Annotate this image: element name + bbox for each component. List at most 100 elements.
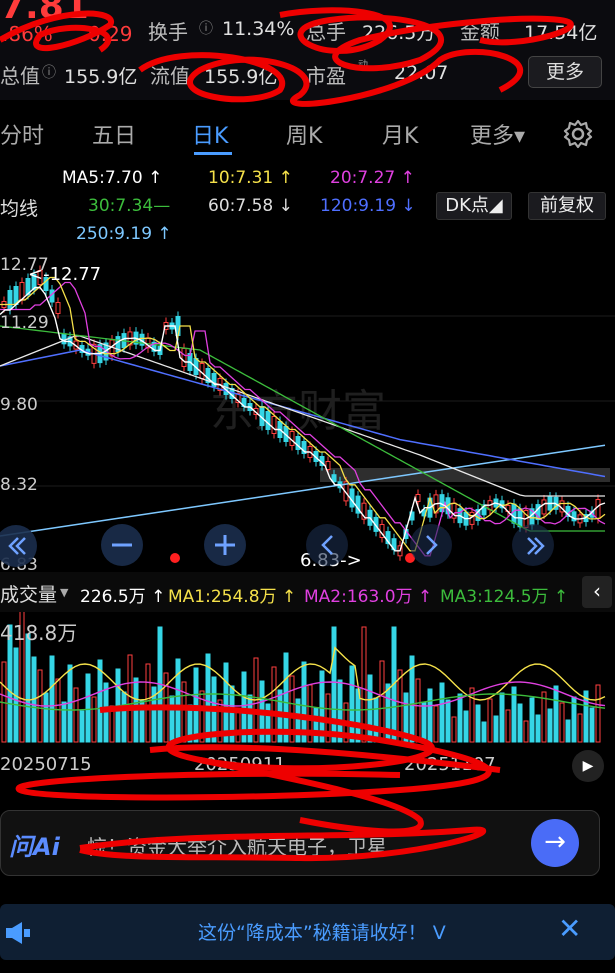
volume-bar — [103, 682, 109, 743]
volume-bar — [79, 710, 85, 743]
turnover-value: 11.34% — [222, 18, 295, 40]
amount-value: 17.54亿 — [524, 22, 598, 44]
ma250-label: 250:9.19 ↑ — [76, 224, 172, 244]
ma20-label: 20:7.27 ↑ — [330, 168, 415, 188]
volume-bar — [487, 698, 493, 743]
speaker-icon — [6, 922, 30, 944]
tab-intraday[interactable]: 分时 — [0, 118, 44, 150]
pe-label: 市盈 — [306, 64, 346, 88]
event-marker[interactable] — [170, 553, 180, 563]
axis-label-3: 9.80 — [0, 395, 38, 415]
quote-header: 7.81 .86% 0.29 换手 ⓘ 11.34% 总手 226.5万 金额 … — [0, 0, 615, 100]
volume-bar — [307, 684, 313, 743]
volume-bar — [343, 702, 349, 743]
volume-indicator-selector[interactable]: 成交量 — [0, 580, 57, 607]
play-icon[interactable]: ▶ — [572, 750, 604, 782]
volume-bar — [361, 626, 367, 743]
candle — [541, 499, 547, 515]
volume-bar — [109, 705, 115, 743]
tab-monthly-k[interactable]: 月K — [382, 118, 418, 150]
change-amount: 0.29 — [88, 22, 133, 46]
ai-search-bar[interactable]: 问Ai 惊！资金大举介入航天电子，卫星… → — [0, 810, 600, 876]
mktcap-label: 总值 — [0, 64, 40, 88]
dropdown-icon[interactable]: ▼ — [60, 586, 68, 599]
notice-banner[interactable]: 这份“降成本”秘籍请收好！ V ✕ — [0, 904, 615, 960]
volume-bar — [493, 715, 499, 743]
volume-bar — [211, 676, 217, 743]
volume-bar — [433, 705, 439, 743]
tab-daily-k[interactable]: 日K — [192, 118, 228, 150]
more-button[interactable]: 更多 — [528, 56, 602, 88]
volume-bar — [349, 665, 355, 743]
ai-logo: 问Ai — [9, 833, 60, 861]
volume-bar — [139, 700, 145, 743]
volume-bar — [61, 701, 67, 743]
volume-bar — [517, 703, 523, 743]
volume-bar — [505, 709, 511, 743]
high-marker: <-12.77 — [28, 264, 101, 285]
dk-point-button[interactable]: DK点◢ — [436, 192, 512, 220]
volume-legend: 成交量 ▼ 226.5万 ↑ MA1:254.8万 ↑ MA2:163.0万 ↑… — [0, 572, 615, 612]
volume-bar — [169, 695, 175, 743]
tab-weekly-k[interactable]: 周K — [286, 118, 322, 150]
volume-bar — [481, 721, 487, 743]
volume-bar — [265, 703, 271, 743]
volume-bar — [193, 667, 199, 743]
volume-bar — [223, 662, 229, 743]
volume-bar — [73, 687, 79, 743]
volume-bar — [595, 684, 601, 743]
volume-bar — [475, 704, 481, 743]
volume-bar — [145, 663, 151, 743]
chevron-left-icon[interactable] — [306, 524, 348, 566]
volume-bar — [121, 691, 127, 743]
period-tabs: 分时 五日 日K 周K 月K 更多▾ — [0, 104, 615, 160]
arrow-right-icon[interactable]: → — [531, 819, 579, 867]
volume-bar — [133, 677, 139, 743]
volume-chart[interactable]: 418.8万 — [0, 612, 615, 748]
info-icon[interactable]: ⓘ — [42, 62, 56, 82]
chevron-right-icon[interactable] — [410, 524, 452, 566]
axis-label-4: 8.32 — [0, 475, 38, 495]
volume-bar — [523, 720, 529, 743]
volume-bar — [367, 674, 373, 743]
volume-bar — [415, 678, 421, 743]
ma-legend: MA5:7.70 ↑ 10:7.31 ↑ 20:7.27 ↑ 均线 30:7.3… — [0, 160, 615, 246]
volume-bar — [25, 633, 31, 743]
volume-bar — [91, 696, 97, 743]
volume-total: 226.5万 ↑ — [80, 587, 166, 607]
volume-bar — [565, 719, 571, 743]
candle — [7, 290, 13, 310]
volume-bar — [559, 702, 565, 743]
volume-bar — [529, 697, 535, 743]
volume-bar — [535, 714, 541, 743]
float-label: 流值 — [150, 64, 190, 88]
tab-more[interactable]: 更多▾ — [470, 118, 525, 150]
info-icon[interactable]: ⓘ — [199, 18, 213, 38]
volume-bar — [373, 697, 379, 743]
plus-icon[interactable] — [204, 524, 246, 566]
kline-chart[interactable]: 东方财富 12.77 11.29 9.80 8.32 6.83 <-12.77 … — [0, 246, 615, 572]
chevron-left-icon[interactable]: ‹ — [582, 576, 612, 608]
pe-superscript: 动 — [358, 60, 368, 71]
gear-icon[interactable] — [562, 118, 594, 150]
close-icon[interactable]: ✕ — [558, 912, 581, 945]
amount-label: 金额 — [460, 20, 500, 44]
volume-bar — [421, 701, 427, 743]
ai-prompt-text[interactable]: 惊！资金大举介入航天电子，卫星… — [87, 831, 407, 860]
mktcap-value: 155.9亿 — [64, 66, 138, 88]
ma60-label: 60:7.58 ↓ — [208, 196, 293, 216]
tab-five-day[interactable]: 五日 — [92, 118, 136, 150]
volume-bar — [331, 626, 337, 743]
volume-bar — [289, 675, 295, 743]
double-right-icon[interactable] — [512, 524, 554, 566]
volume-axis-top: 418.8万 — [0, 621, 77, 645]
volume-bar — [325, 693, 331, 743]
volume-bar — [547, 708, 553, 743]
adjust-restore-button[interactable]: 前复权 — [528, 192, 606, 220]
minus-icon[interactable] — [101, 524, 143, 566]
ma30-label: 30:7.34— — [88, 196, 171, 216]
indicator-selector[interactable]: 均线 — [0, 194, 38, 221]
candle — [181, 348, 187, 367]
volume-bar — [241, 671, 247, 743]
notice-text: 这份“降成本”秘籍请收好！ V — [198, 922, 446, 944]
